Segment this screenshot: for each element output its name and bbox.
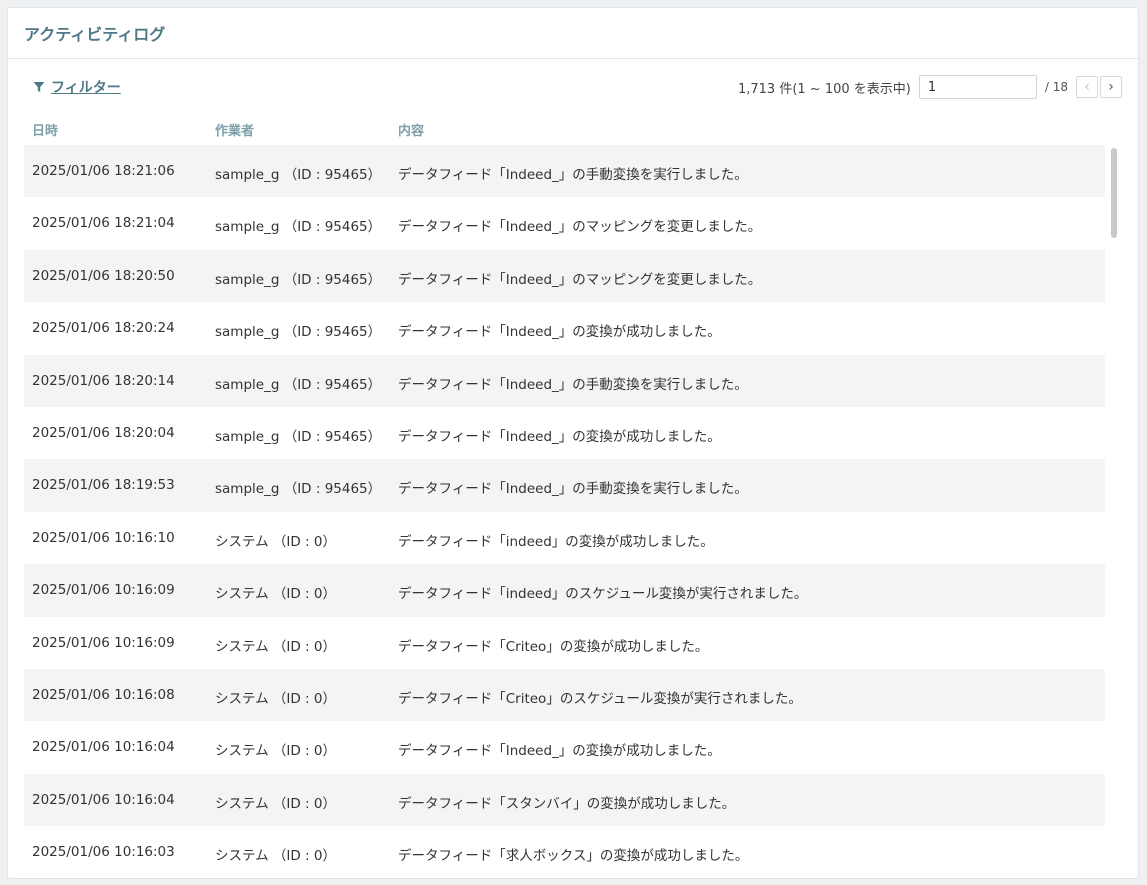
cell-content: データフィード「Criteo」の変換が成功しました。 — [398, 638, 709, 655]
cell-user: システム （ID : 0） — [215, 690, 336, 707]
cell-content: データフィード「Indeed_」の手動変換を実行しました。 — [398, 376, 748, 393]
page-title: アクティビティログ — [24, 25, 166, 44]
table-row: 2025/01/06 10:16:03 システム （ID : 0） データフィード「… — [24, 826, 1105, 878]
table-row: 2025/01/06 18:20:04 sample_g （ID : 95465）… — [24, 407, 1105, 459]
column-header-user: 作業者 — [215, 124, 255, 139]
cell-user: システム （ID : 0） — [215, 638, 336, 655]
table-row: 2025/01/06 10:16:09 システム （ID : 0） データフィード「… — [24, 617, 1105, 669]
table-row: 2025/01/06 18:20:50 sample_g （ID : 95465）… — [24, 249, 1105, 303]
log-table-body[interactable]: 2025/01/06 18:21:06 sample_g （ID : 95465）… — [24, 145, 1105, 878]
cell-content: データフィード「Indeed_」の手動変換を実行しました。 — [398, 481, 748, 498]
cell-content: データフィード「indeed」の変換が成功しました。 — [398, 533, 714, 550]
cell-date: 2025/01/06 18:20:50 — [32, 267, 175, 284]
table-row: 2025/01/06 10:16:08 システム （ID : 0） データフィード「… — [24, 668, 1105, 722]
table-row: 2025/01/06 18:21:06 sample_g （ID : 95465）… — [24, 145, 1105, 198]
cell-content: データフィード「求人ボックス」の変換が成功しました。 — [398, 848, 749, 865]
cell-user: システム （ID : 0） — [215, 795, 336, 812]
cell-user: sample_g （ID : 95465） — [215, 271, 382, 288]
cell-date: 2025/01/06 10:16:04 — [32, 739, 175, 756]
cell-content: データフィード「Criteo」のスケジュール変換が実行されました。 — [398, 690, 802, 707]
result-count: 1,713 件(1 ~ 100 を表示中) — [737, 81, 911, 97]
cell-date: 2025/01/06 18:20:14 — [32, 372, 175, 389]
table-row: 2025/01/06 18:21:04 sample_g （ID : 95465）… — [24, 197, 1105, 249]
cell-user: sample_g （ID : 95465） — [215, 324, 382, 341]
column-header-date: 日時 — [32, 124, 59, 139]
cell-user: システム （ID : 0） — [215, 848, 336, 865]
panel-header: アクティビティログ — [8, 8, 1138, 59]
filter-icon — [33, 82, 45, 92]
cell-date: 2025/01/06 10:16:08 — [32, 686, 175, 703]
table-row: 2025/01/06 10:16:10 システム （ID : 0） データフィード「… — [24, 512, 1105, 564]
cell-user: sample_g （ID : 95465） — [215, 219, 382, 236]
pagination: 1,713 件(1 ~ 100 を表示中) / 18 ‹ › — [738, 75, 1122, 99]
column-header-content: 内容 — [398, 124, 425, 139]
cell-date: 2025/01/06 18:21:04 — [32, 215, 175, 232]
cell-date: 2025/01/06 10:16:09 — [32, 634, 175, 651]
cell-user: システム （ID : 0） — [215, 743, 336, 760]
next-page-button[interactable]: › — [1100, 76, 1122, 98]
cell-user: sample_g （ID : 95465） — [215, 428, 382, 445]
scrollbar[interactable] — [1110, 148, 1118, 848]
cell-user: システム （ID : 0） — [215, 586, 336, 603]
table-row: 2025/01/06 10:16:09 システム （ID : 0） データフィード「… — [24, 564, 1105, 617]
cell-user: sample_g （ID : 95465） — [215, 481, 382, 498]
cell-user: sample_g （ID : 95465） — [215, 167, 382, 183]
cell-date: 2025/01/06 18:19:53 — [32, 477, 175, 494]
cell-date: 2025/01/06 10:16:04 — [32, 791, 175, 808]
cell-user: sample_g （ID : 95465） — [215, 376, 382, 393]
cell-date: 2025/01/06 18:20:24 — [32, 320, 175, 337]
chevron-right-icon: › — [1108, 79, 1114, 95]
table-row: 2025/01/06 18:20:14 sample_g （ID : 95465）… — [24, 354, 1105, 407]
cell-content: データフィード「Indeed_」の手動変換を実行しました。 — [398, 167, 748, 183]
page-input[interactable] — [918, 75, 1037, 99]
cell-date: 2025/01/06 18:21:06 — [32, 163, 175, 179]
cell-user: システム （ID : 0） — [215, 533, 336, 550]
page-total: / 18 — [1044, 80, 1068, 94]
filter-label: フィルター — [51, 80, 121, 96]
cell-content: データフィード「indeed」のスケジュール変換が実行されました。 — [398, 586, 808, 603]
cell-content: データフィード「Indeed_」のマッピングを変更しました。 — [398, 219, 762, 236]
cell-date: 2025/01/06 18:20:04 — [32, 424, 175, 441]
cell-date: 2025/01/06 10:16:09 — [32, 582, 175, 599]
table-row: 2025/01/06 18:19:53 sample_g （ID : 95465）… — [24, 459, 1105, 512]
table-row: 2025/01/06 18:20:24 sample_g （ID : 95465）… — [24, 302, 1105, 354]
cell-content: データフィード「Indeed_」の変換が成功しました。 — [398, 324, 721, 341]
activity-log-panel: アクティビティログ フィルター 1,713 件(1 ~ 100 を表示中) / … — [7, 7, 1139, 879]
prev-page-button[interactable]: ‹ — [1076, 76, 1098, 98]
toolbar: フィルター 1,713 件(1 ~ 100 を表示中) / 18 ‹ › — [8, 75, 1138, 99]
table-row: 2025/01/06 10:16:04 システム （ID : 0） データフィード「… — [24, 721, 1105, 773]
chevron-left-icon: ‹ — [1084, 79, 1090, 95]
cell-content: データフィード「Indeed_」の変換が成功しました。 — [398, 428, 721, 445]
cell-content: データフィード「スタンバイ」の変換が成功しました。 — [398, 795, 736, 812]
table-row: 2025/01/06 10:16:04 システム （ID : 0） データフィード「… — [24, 773, 1105, 827]
scrollbar-thumb[interactable] — [1111, 148, 1117, 238]
cell-content: データフィード「Indeed_」の変換が成功しました。 — [398, 743, 721, 760]
cell-content: データフィード「Indeed_」のマッピングを変更しました。 — [398, 271, 762, 288]
filter-link[interactable]: フィルター — [33, 77, 121, 97]
cell-date: 2025/01/06 10:16:10 — [32, 529, 175, 546]
cell-date: 2025/01/06 10:16:03 — [32, 844, 175, 861]
table-header: 日時 作業者 内容 — [8, 118, 1138, 139]
